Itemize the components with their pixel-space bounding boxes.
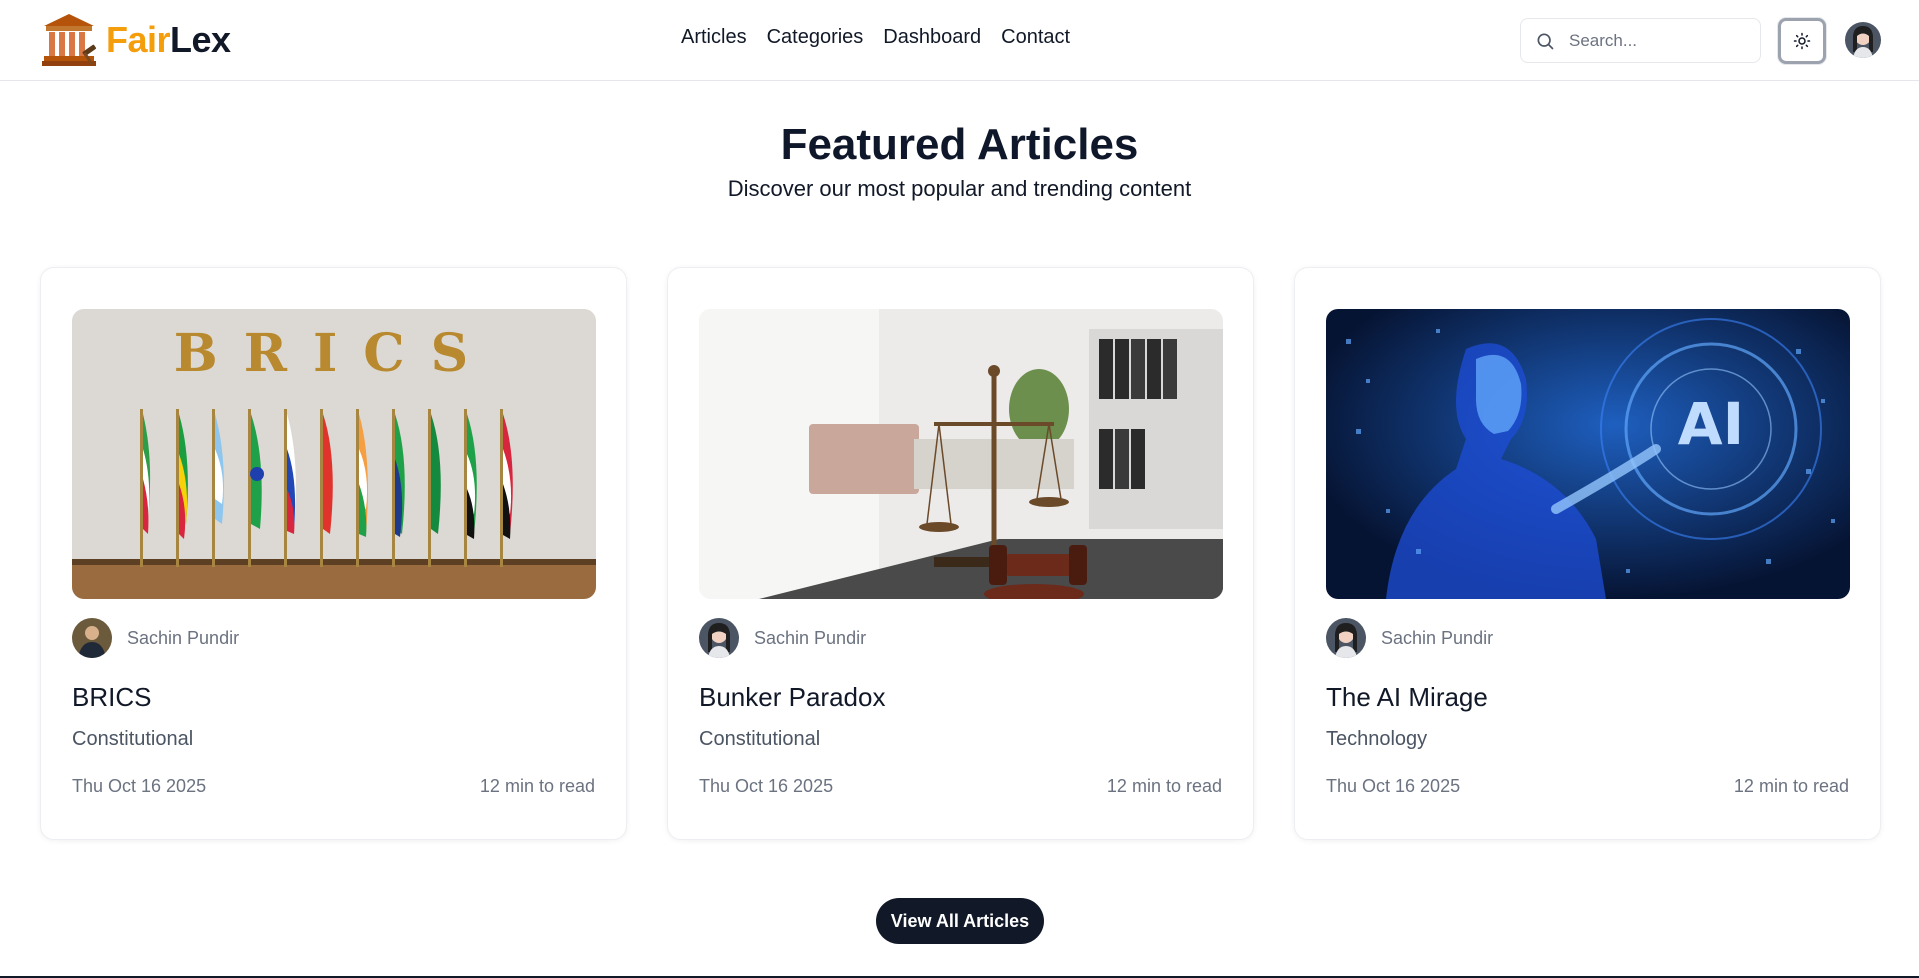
- courthouse-icon: [42, 14, 97, 66]
- brics-flags-image: BRICS: [72, 309, 596, 599]
- article-read-time: 12 min to read: [1733, 776, 1849, 796]
- nav-item-contact[interactable]: Contact: [1001, 26, 1070, 49]
- nav-item-articles[interactable]: Articles: [681, 26, 747, 49]
- article-date: Thu Oct 16 2025: [72, 776, 207, 796]
- article-card-ai-mirage[interactable]: AI Sachin Pundir The AI Mirage Technolog…: [1294, 267, 1881, 840]
- brics-sign-text: BRICS: [174, 323, 494, 384]
- article-author: Sachin Pundir: [72, 618, 239, 658]
- author-avatar: [1326, 618, 1366, 658]
- article-read-time: 12 min to read: [479, 776, 595, 796]
- article-read-time: 12 min to read: [1106, 776, 1222, 796]
- brand-name: FairLex: [106, 19, 231, 61]
- brand-logo[interactable]: FairLex: [40, 12, 231, 68]
- article-image-ai-mirage[interactable]: AI: [1326, 309, 1850, 599]
- user-avatar[interactable]: [1845, 22, 1881, 58]
- article-category: Technology: [1326, 728, 1428, 750]
- article-title[interactable]: BRICS: [72, 682, 151, 713]
- author-name: Sachin Pundir: [754, 627, 867, 648]
- theme-toggle-button[interactable]: [1778, 18, 1826, 64]
- nav-item-dashboard[interactable]: Dashboard: [883, 26, 981, 49]
- scales-of-justice-image: [699, 309, 1223, 599]
- brand-name-part2: Lex: [170, 19, 231, 60]
- article-image-brics[interactable]: BRICS: [72, 309, 596, 599]
- main-nav: Articles Categories Dashboard Contact: [681, 26, 1090, 49]
- search-box[interactable]: [1520, 18, 1761, 63]
- user-avatar-image: [1845, 22, 1881, 58]
- ai-sign-text: AI: [1678, 390, 1744, 458]
- article-author: Sachin Pundir: [699, 618, 866, 658]
- view-all-articles-button[interactable]: View All Articles: [876, 898, 1044, 944]
- article-date: Thu Oct 16 2025: [1326, 776, 1461, 796]
- ai-humanoid-image: AI: [1326, 309, 1850, 599]
- article-author: Sachin Pundir: [1326, 618, 1493, 658]
- article-category: Constitutional: [699, 728, 821, 750]
- author-avatar: [72, 618, 112, 658]
- sun-icon: [1793, 32, 1811, 50]
- article-category: Constitutional: [72, 728, 194, 750]
- article-title[interactable]: Bunker Paradox: [699, 682, 885, 713]
- page-subtitle: Discover our most popular and trending c…: [727, 176, 1192, 201]
- author-name: Sachin Pundir: [1381, 627, 1494, 648]
- author-name: Sachin Pundir: [127, 627, 240, 648]
- brand-name-part1: Fair: [106, 19, 171, 60]
- page-title: Featured Articles: [780, 120, 1139, 169]
- article-card-brics[interactable]: BRICS Sachin Pundir BRICS Constitutional…: [40, 267, 627, 840]
- article-title[interactable]: The AI Mirage: [1326, 682, 1488, 713]
- search-icon: [1537, 33, 1554, 49]
- author-avatar: [699, 618, 739, 658]
- search-input[interactable]: [1569, 30, 1749, 51]
- featured-articles-grid: BRICS Sachin Pundir BRICS Constitutional…: [40, 267, 1881, 840]
- article-card-bunker-paradox[interactable]: Sachin Pundir Bunker Paradox Constitutio…: [667, 267, 1254, 840]
- top-navbar: FairLex Articles Categories Dashboard Co…: [0, 0, 1919, 81]
- article-image-bunker-paradox[interactable]: [699, 309, 1223, 599]
- nav-item-categories[interactable]: Categories: [767, 26, 864, 49]
- article-date: Thu Oct 16 2025: [699, 776, 834, 796]
